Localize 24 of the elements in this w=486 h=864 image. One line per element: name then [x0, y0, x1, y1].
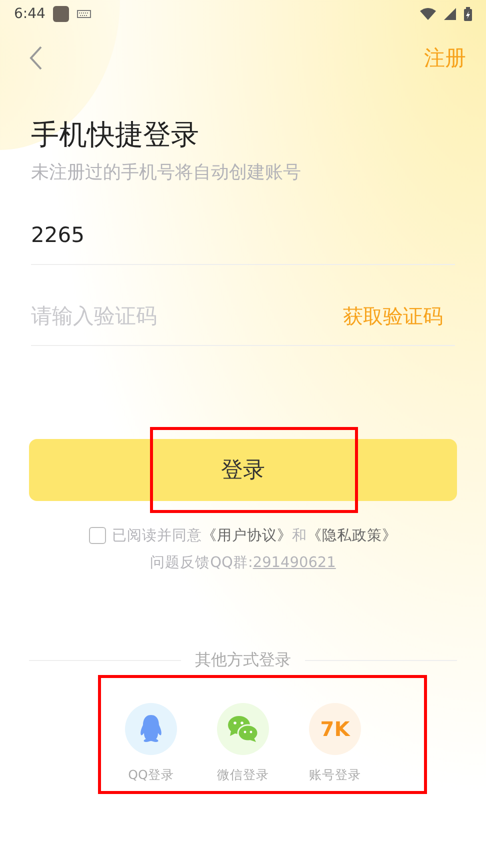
agree-checkbox[interactable] — [89, 527, 106, 544]
page-subtitle: 未注册过的手机号将自动创建账号 — [31, 161, 302, 184]
agreement-text: 和 — [292, 527, 307, 545]
login-option-label: QQ登录 — [128, 767, 174, 784]
phone-input[interactable]: 2265 — [31, 223, 455, 247]
wifi-icon — [420, 8, 436, 20]
agreement-link[interactable]: 《隐私政策》 — [307, 526, 397, 545]
other-login-heading: 其他方式登录 — [195, 650, 291, 671]
login-option-label: 账号登录 — [309, 767, 361, 784]
signal-icon — [444, 8, 456, 20]
penguin-icon — [139, 714, 163, 744]
app-notification-icon — [53, 6, 70, 22]
page-title: 手机快捷登录 — [31, 117, 200, 153]
login-option-label: 微信登录 — [217, 767, 269, 784]
chat-bubbles-icon — [227, 715, 259, 743]
battery-icon — [464, 7, 472, 21]
login-button[interactable]: 登录 — [29, 439, 457, 501]
keyboard-icon — [77, 10, 92, 18]
agreement-text: 已阅读并同意 — [112, 527, 202, 545]
back-icon[interactable] — [29, 45, 43, 71]
status-time: 6:44 — [14, 6, 46, 22]
agreement-link[interactable]: 《用户协议》 — [202, 526, 292, 545]
login-option-button[interactable] — [125, 703, 177, 755]
feedback-label: 问题反馈QQ群: — [150, 555, 253, 571]
